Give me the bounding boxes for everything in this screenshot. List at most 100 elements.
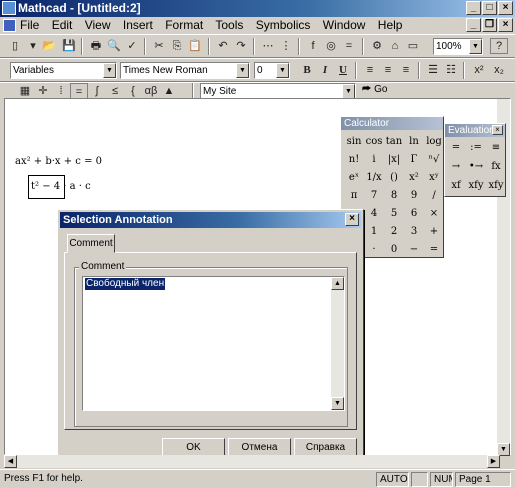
chevron-down-icon[interactable]: ▼ — [276, 63, 289, 78]
evaluation-key[interactable]: = — [446, 139, 466, 156]
calculator-key[interactable]: 4 — [364, 205, 384, 222]
insert-unit-icon[interactable]: ◎ — [322, 38, 340, 55]
evaluation-key[interactable]: fx — [486, 158, 506, 175]
calculator-key[interactable]: × — [424, 205, 444, 222]
go-button[interactable]: ⮫ Go — [362, 84, 387, 95]
calculator-key[interactable]: ln — [404, 133, 424, 150]
italic-button[interactable]: I — [316, 62, 334, 79]
paste-icon[interactable]: 📋 — [186, 38, 204, 55]
calculator-key[interactable]: () — [384, 169, 404, 186]
calculator-key[interactable]: 2 — [384, 223, 404, 240]
font-size-select[interactable]: 0 ▼ — [254, 62, 290, 79]
horizontal-scrollbar[interactable]: ◀ ▶ — [4, 455, 500, 468]
calculator-key[interactable]: |x| — [384, 151, 404, 168]
menu-edit[interactable]: Edit — [52, 18, 73, 32]
numbering-icon[interactable]: ☷ — [442, 62, 460, 79]
calculator-key[interactable]: = — [424, 241, 444, 258]
calculator-key[interactable]: 3 — [404, 223, 424, 240]
evaluation-key[interactable]: xf — [446, 177, 466, 194]
calculator-title[interactable]: Calculator — [341, 117, 443, 130]
underline-button[interactable]: U — [334, 62, 352, 79]
calculator-key[interactable]: / — [424, 187, 444, 204]
doc-close-button[interactable]: × — [498, 18, 513, 32]
menu-view[interactable]: View — [85, 18, 111, 32]
hyperlink-icon[interactable]: ▭ — [404, 38, 422, 55]
bullets-icon[interactable]: ☰ — [424, 62, 442, 79]
subscript-button[interactable]: x₂ — [490, 62, 508, 79]
dialog-close-icon[interactable]: × — [345, 213, 359, 226]
chevron-down-icon[interactable]: ▼ — [103, 63, 116, 78]
spell-check-icon[interactable]: ✓ — [123, 38, 141, 55]
calculator-key[interactable]: eˣ — [344, 169, 364, 186]
menu-format[interactable]: Format — [165, 18, 203, 32]
calculator-key[interactable]: cos — [364, 133, 384, 150]
print-preview-icon[interactable]: 🔍 — [105, 38, 123, 55]
document-icon[interactable] — [3, 19, 16, 32]
open-folder-icon[interactable]: 📂 — [40, 38, 58, 55]
evaluation-key[interactable]: → — [446, 158, 466, 175]
calculator-key[interactable]: + — [424, 223, 444, 240]
maximize-button[interactable]: □ — [482, 1, 497, 15]
align-down-icon[interactable]: ⋮ — [277, 38, 295, 55]
calculator-key[interactable]: 8 — [384, 187, 404, 204]
evaluation-key[interactable]: xfy — [486, 177, 506, 194]
calculator-key[interactable]: 9 — [404, 187, 424, 204]
calculator-key[interactable]: 0 — [384, 241, 404, 258]
minimize-button[interactable]: _ — [466, 1, 481, 15]
calculator-key[interactable]: n! — [344, 151, 364, 168]
calculator-key[interactable]: 5 — [384, 205, 404, 222]
evaluation-key[interactable]: ≡ — [486, 139, 506, 156]
cut-icon[interactable]: ✂ — [150, 38, 168, 55]
calculate-icon[interactable]: = — [340, 38, 358, 55]
scroll-up-icon[interactable]: ▲ — [331, 277, 344, 290]
calculator-key[interactable]: x² — [404, 169, 424, 186]
evaluation-key[interactable]: := — [466, 139, 486, 156]
doc-restore-button[interactable]: ❐ — [482, 18, 497, 32]
scroll-left-icon[interactable]: ◀ — [4, 455, 17, 468]
resource-center-icon[interactable]: ⌂ — [386, 38, 404, 55]
style-select[interactable]: Variables ▼ — [10, 62, 117, 79]
copy-icon[interactable]: ⎘ — [168, 38, 186, 55]
calculator-key[interactable]: · — [364, 241, 384, 258]
mathcad-app-icon[interactable] — [2, 1, 16, 15]
calculator-key[interactable]: 1/x — [364, 169, 384, 186]
evaluation-key[interactable]: xfy — [466, 177, 486, 194]
comment-textarea[interactable]: Свободный член ▲ ▼ — [82, 276, 345, 411]
calculator-key[interactable]: − — [404, 241, 424, 258]
evaluation-key[interactable]: •→ — [466, 158, 486, 175]
print-icon[interactable]: 🖶 — [87, 38, 105, 55]
save-icon[interactable]: 💾 — [60, 38, 78, 55]
scroll-right-icon[interactable]: ▶ — [487, 455, 500, 468]
scroll-down-icon[interactable]: ▼ — [331, 397, 344, 410]
doc-minimize-button[interactable]: _ — [466, 18, 481, 32]
chevron-down-icon[interactable]: ▼ — [469, 39, 482, 54]
menu-file[interactable]: File — [20, 18, 39, 32]
zoom-select[interactable]: 100% ▼ — [433, 38, 483, 55]
menu-insert[interactable]: Insert — [123, 18, 153, 32]
menu-window[interactable]: Window — [323, 18, 366, 32]
calculator-key[interactable]: Γ — [404, 151, 424, 168]
undo-icon[interactable]: ↶ — [214, 38, 232, 55]
align-left-icon[interactable]: ≡ — [361, 62, 379, 79]
calculator-key[interactable]: sin — [344, 133, 364, 150]
calculator-key[interactable]: 6 — [404, 205, 424, 222]
close-icon[interactable]: × — [492, 125, 503, 135]
menu-tools[interactable]: Tools — [215, 18, 243, 32]
align-across-icon[interactable]: ⋯ — [259, 38, 277, 55]
redo-icon[interactable]: ↷ — [232, 38, 250, 55]
evaluation-title-bar[interactable]: Evaluation × — [445, 124, 505, 137]
insert-function-icon[interactable]: f — [304, 38, 322, 55]
chevron-down-icon[interactable]: ▼ — [342, 84, 355, 99]
close-button[interactable]: × — [498, 1, 513, 15]
calculator-key[interactable]: 7 — [364, 187, 384, 204]
calculator-key[interactable]: xʸ — [424, 169, 444, 186]
calculator-key[interactable]: tan — [384, 133, 404, 150]
align-center-icon[interactable]: ≡ — [379, 62, 397, 79]
menu-symbolics[interactable]: Symbolics — [256, 18, 311, 32]
comment-scrollbar[interactable]: ▲ ▼ — [331, 277, 344, 410]
component-wizard-icon[interactable]: ⚙ — [368, 38, 386, 55]
equation-1[interactable]: ax² + b·x + c = 0 — [15, 156, 102, 167]
new-icon[interactable]: ▯ — [6, 38, 24, 55]
align-right-icon[interactable]: ≡ — [397, 62, 415, 79]
tab-comment[interactable]: Comment — [67, 234, 115, 253]
